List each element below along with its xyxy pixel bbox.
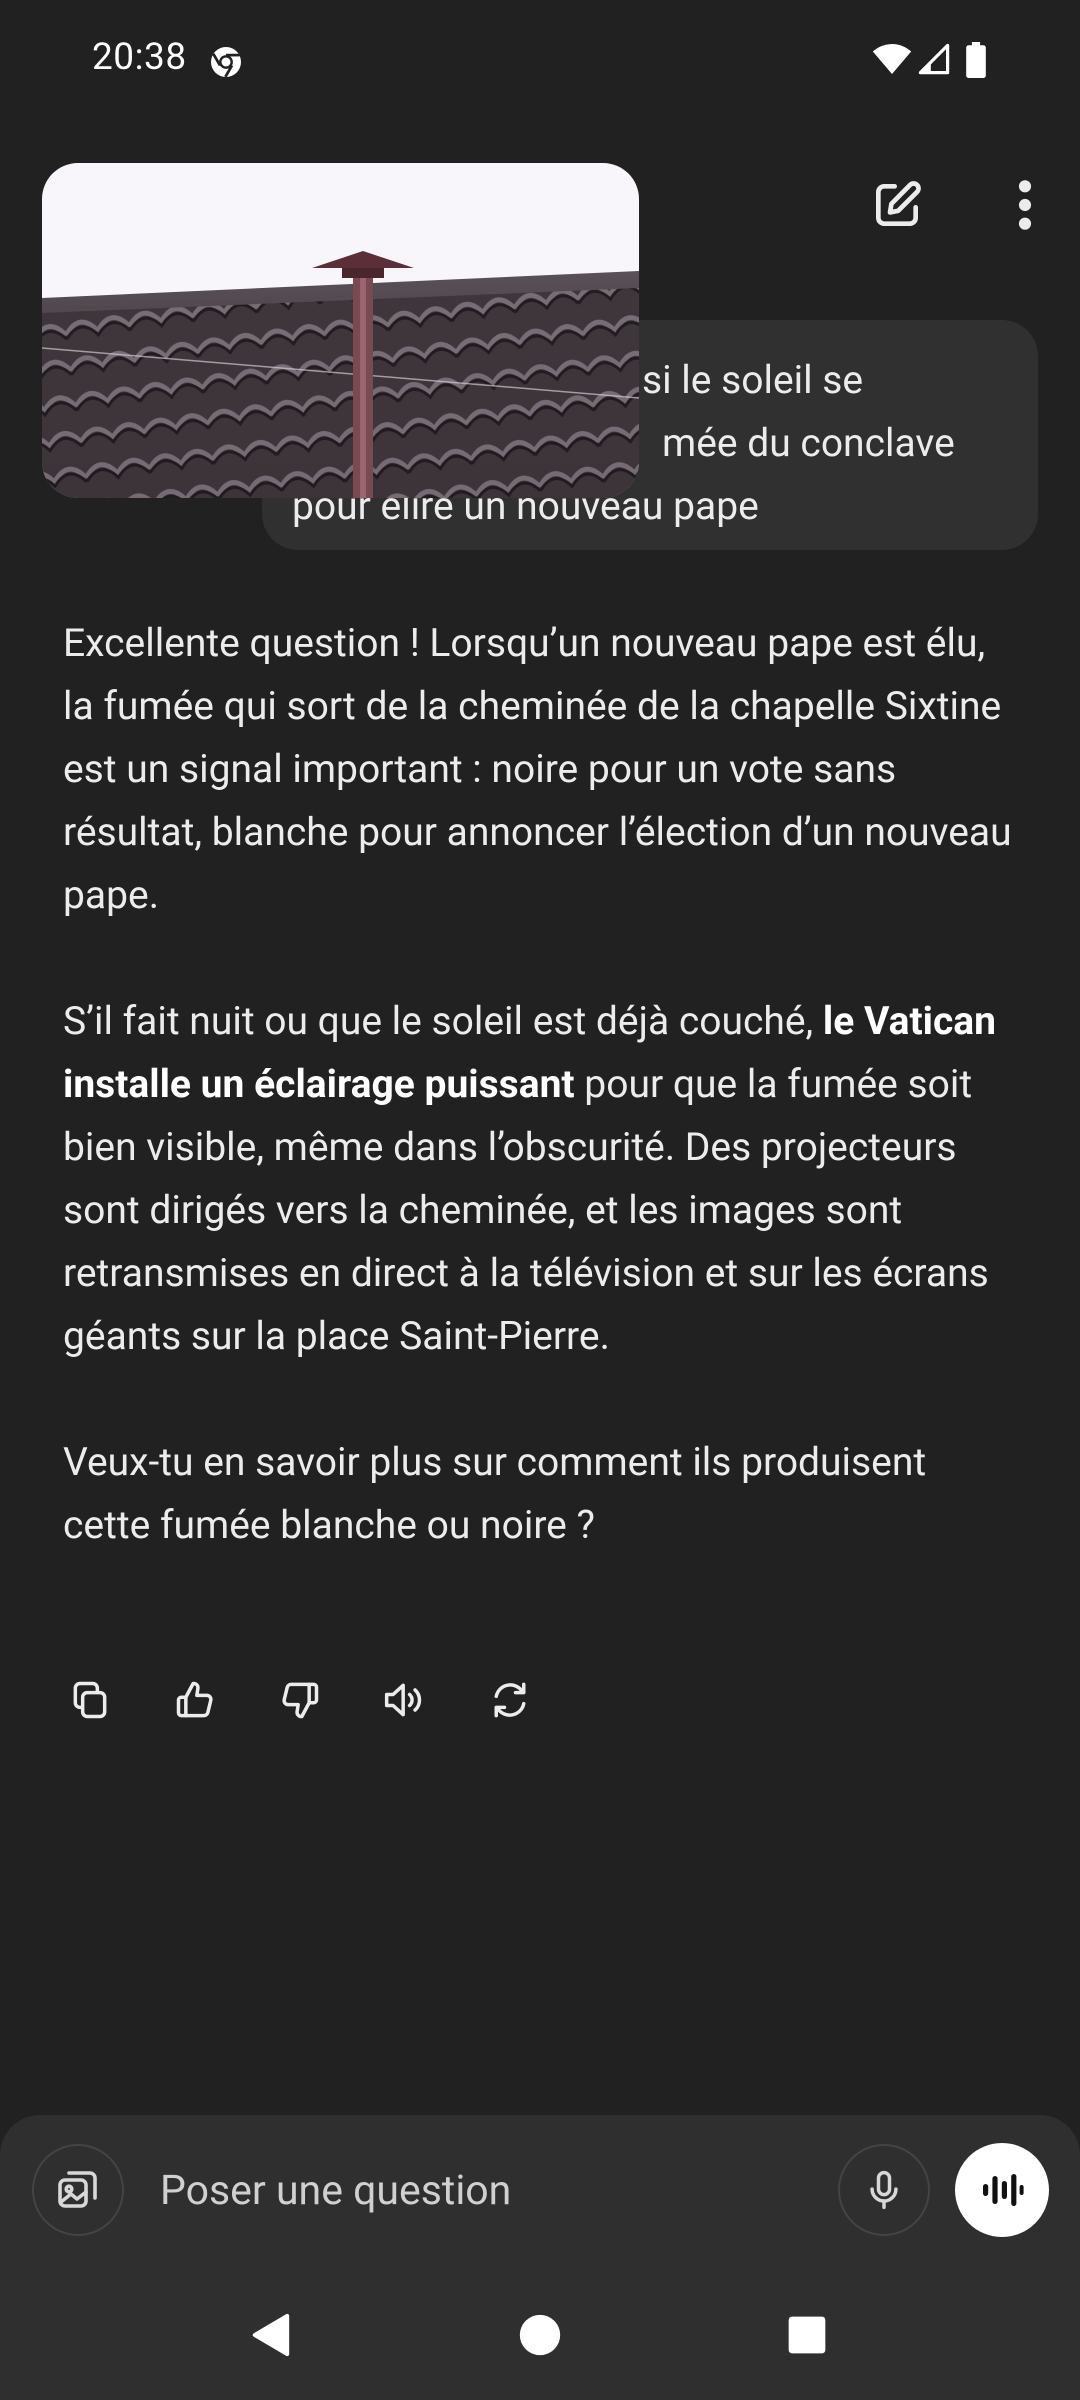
status-time: 20:38 — [92, 36, 187, 79]
nav-recents-button[interactable] — [762, 2290, 852, 2380]
microphone-icon — [870, 2170, 898, 2210]
attached-image-thumbnail[interactable] — [42, 163, 639, 498]
voice-mode-button[interactable] — [955, 2143, 1049, 2237]
copy-button[interactable] — [62, 1665, 118, 1735]
status-bar: 20:38 — [0, 0, 1080, 125]
system-navigation-bar — [0, 2290, 1080, 2400]
attach-image-button[interactable] — [32, 2144, 124, 2236]
chrome-icon — [211, 47, 241, 78]
more-options-button[interactable] — [990, 170, 1060, 240]
thumbs-up-icon — [176, 1681, 213, 1718]
wifi-icon — [872, 44, 912, 74]
header-actions — [840, 170, 1080, 240]
bad-response-button[interactable] — [272, 1665, 328, 1735]
regenerate-icon — [494, 1682, 526, 1718]
home-circle-icon — [519, 2314, 561, 2356]
rooftop-chimney-photo — [42, 163, 639, 498]
good-response-button[interactable] — [167, 1665, 223, 1735]
message-action-bar — [62, 1665, 582, 1735]
back-triangle-icon — [252, 2313, 290, 2357]
regenerate-button[interactable] — [482, 1665, 538, 1735]
assistant-paragraph-1: Excellente question ! Lorsqu’un nouveau … — [63, 620, 1012, 918]
copy-icon — [73, 1681, 107, 1719]
new-chat-button[interactable] — [862, 170, 932, 240]
assistant-paragraph-2-start: S’il fait nuit ou que le soleil est déjà… — [63, 998, 823, 1044]
voice-mode-icon — [983, 2174, 1024, 2206]
more-vertical-icon — [1018, 180, 1032, 230]
battery-icon — [966, 42, 986, 78]
nav-home-button[interactable] — [495, 2290, 585, 2380]
new-chat-icon — [876, 181, 921, 227]
nav-back-button[interactable] — [225, 2290, 315, 2380]
assistant-paragraph-3: Veux-tu en savoir plus sur comment ils p… — [63, 1439, 927, 1548]
read-aloud-button[interactable] — [377, 1665, 433, 1735]
recents-square-icon — [788, 2316, 826, 2354]
signal-icon — [918, 43, 950, 75]
image-attach-icon — [58, 2171, 97, 2208]
assistant-message: Excellente question ! Lorsqu’un nouveau … — [63, 612, 1023, 1620]
thumbs-down-icon — [282, 1682, 319, 1719]
assistant-paragraph-2: S’il fait nuit ou que le soleil est déjà… — [63, 990, 1023, 1368]
read-aloud-icon — [384, 1683, 422, 1717]
dictate-button[interactable] — [838, 2144, 930, 2236]
prompt-input[interactable] — [158, 2155, 802, 2227]
